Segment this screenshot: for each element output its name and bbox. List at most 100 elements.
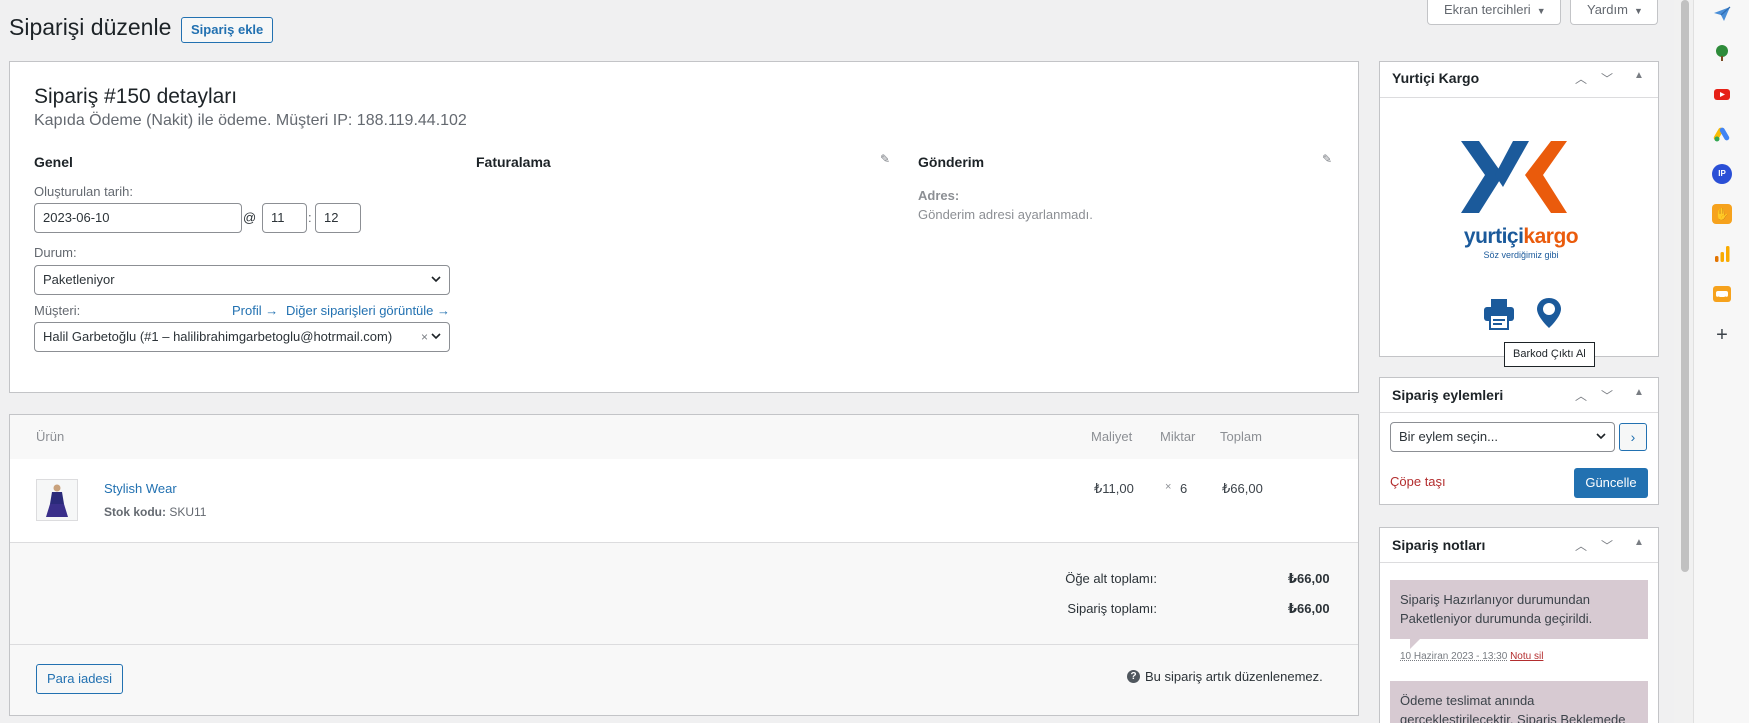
subtotal-label: Öğe alt toplamı: <box>1065 571 1157 586</box>
screen-options-label: Ekran tercihleri <box>1444 2 1531 17</box>
printer-icon[interactable] <box>1482 297 1516 331</box>
chevron-down-icon <box>431 333 441 340</box>
paper-plane-icon[interactable] <box>1712 4 1732 24</box>
move-up-icon[interactable]: ︿ <box>1575 70 1587 87</box>
screen-options-tab[interactable]: Ekran tercihleri ▼ <box>1427 0 1561 25</box>
move-up-icon[interactable]: ︿ <box>1575 387 1587 404</box>
move-down-icon[interactable]: ﹀ <box>1601 70 1613 87</box>
time-separator: : <box>308 210 312 225</box>
edit-shipping-icon[interactable]: ✎ <box>1322 152 1332 166</box>
status-select[interactable]: Paketleniyor <box>34 265 450 295</box>
status-label: Durum: <box>34 245 77 260</box>
item-cost: ₺11,00 <box>1094 481 1134 496</box>
shipping-address-label: Adres: <box>918 188 960 203</box>
move-up-icon[interactable]: ︿ <box>1575 537 1587 554</box>
item-qty: 6 <box>1180 481 1188 496</box>
move-to-trash-link[interactable]: Çöpe taşı <box>1390 474 1446 489</box>
order-minute-input[interactable]: 12 <box>315 203 361 233</box>
analytics-icon[interactable] <box>1712 244 1732 264</box>
order-hour-input[interactable]: 11 <box>262 203 307 233</box>
item-total: ₺66,00 <box>1222 481 1263 496</box>
clear-customer-icon[interactable]: × <box>421 323 428 351</box>
browser-side-rail <box>1693 0 1749 723</box>
divider <box>1380 97 1658 98</box>
order-note: Sipariş Hazırlanıyor durumundan Paketlen… <box>1390 580 1648 639</box>
move-down-icon[interactable]: ﹀ <box>1601 537 1613 554</box>
move-down-icon[interactable]: ﹀ <box>1601 387 1613 404</box>
qty-multiplier: × <box>1165 481 1172 493</box>
created-date-label: Oluşturulan tarih: <box>34 184 133 199</box>
apply-action-button[interactable]: › <box>1619 423 1647 451</box>
shipping-address-value: Gönderim adresi ayarlanmadı. <box>918 207 1093 222</box>
kargo-tagline: Söz verdiğimiz gibi <box>1483 250 1559 260</box>
location-pin-icon[interactable] <box>1535 296 1563 330</box>
barcode-tooltip: Barkod Çıktı Al <box>1504 342 1595 367</box>
collapse-icon[interactable]: ▲ <box>1634 70 1644 81</box>
subtotal-value: ₺66,00 <box>1288 571 1330 586</box>
divider <box>1380 412 1658 413</box>
caret-down-icon: ▼ <box>1633 6 1643 16</box>
product-thumbnail <box>36 479 78 521</box>
refund-button[interactable]: Para iadesi <box>36 664 124 694</box>
edit-billing-icon[interactable]: ✎ <box>880 152 890 166</box>
ip-icon[interactable]: IP <box>1712 164 1732 184</box>
youtube-icon[interactable] <box>1712 84 1732 104</box>
page-title: Siparişi düzenle <box>9 14 172 40</box>
order-notes-title: Sipariş notları <box>1392 537 1486 553</box>
note-pointer <box>1410 639 1420 649</box>
car-icon[interactable] <box>1712 284 1732 304</box>
google-ads-icon[interactable] <box>1712 124 1732 144</box>
order-note: Ödeme teslimat anında gerçekleştirilecek… <box>1390 681 1648 723</box>
order-action-select[interactable]: Bir eylem seçin... <box>1390 422 1615 452</box>
general-heading: Genel <box>34 154 73 170</box>
chevron-down-icon <box>431 276 441 283</box>
locked-note: Bu sipariş artık düzenlenemez. <box>1145 669 1323 684</box>
hand-icon[interactable]: ✋ <box>1712 204 1732 224</box>
at-sign: @ <box>243 210 257 225</box>
col-product: Ürün <box>36 429 65 444</box>
col-total: Toplam <box>1220 429 1262 444</box>
divider <box>1380 562 1658 563</box>
order-total-label: Sipariş toplamı: <box>1067 601 1157 616</box>
update-button[interactable]: Güncelle <box>1574 468 1648 498</box>
order-action-value: Bir eylem seçin... <box>1399 429 1498 444</box>
item-row-bg <box>10 459 1358 543</box>
add-order-button[interactable]: Sipariş ekle <box>181 17 274 43</box>
kargo-logo <box>1461 141 1567 213</box>
help-icon: ? <box>1127 670 1140 683</box>
help-label: Yardım <box>1587 2 1628 17</box>
add-icon[interactable]: + <box>1712 325 1732 346</box>
customer-profile-link[interactable]: Profil → <box>232 303 278 318</box>
order-date-input[interactable]: 2023-06-10 <box>34 203 242 233</box>
product-image <box>46 484 68 517</box>
delete-note-link[interactable]: Notu sil <box>1510 651 1543 662</box>
sku-value: SKU11 <box>169 505 207 519</box>
divider <box>10 644 1358 645</box>
product-sku: Stok kodu: SKU11 <box>104 505 206 519</box>
sku-label: Stok kodu: <box>104 505 166 519</box>
chevron-down-icon <box>1596 433 1606 440</box>
caret-down-icon: ▼ <box>1536 6 1546 16</box>
shipping-heading: Gönderim <box>918 154 985 170</box>
order-subtitle: Kapıda Ödeme (Nakit) ile ödeme. Müşteri … <box>34 112 467 129</box>
help-tab[interactable]: Yardım ▼ <box>1570 0 1658 25</box>
collapse-icon[interactable]: ▲ <box>1634 387 1644 398</box>
note-meta: 10 Haziran 2023 - 13:30 Notu sil <box>1400 651 1543 662</box>
order-actions-title: Sipariş eylemleri <box>1392 387 1504 403</box>
col-qty: Miktar <box>1160 429 1196 444</box>
status-value: Paketleniyor <box>43 272 115 287</box>
other-orders-link[interactable]: Diğer siparişleri görüntüle → <box>286 303 450 318</box>
kargo-logo-text: yurtiçikargo <box>1463 225 1579 248</box>
customer-label: Müşteri: <box>34 303 81 318</box>
scrollbar-thumb[interactable] <box>1681 0 1689 572</box>
tree-icon[interactable] <box>1712 43 1732 63</box>
order-total-value: ₺66,00 <box>1288 601 1330 616</box>
customer-select[interactable]: Halil Garbetoğlu (#1 – halilibrahimgarbe… <box>34 322 450 352</box>
collapse-icon[interactable]: ▲ <box>1634 537 1644 548</box>
order-heading: Sipariş #150 detayları <box>34 85 238 108</box>
billing-heading: Faturalama <box>476 154 551 170</box>
note-date: 10 Haziran 2023 - 13:30 <box>1400 651 1508 662</box>
product-link[interactable]: Stylish Wear <box>104 481 177 496</box>
kargo-box-title: Yurtiçi Kargo <box>1392 70 1480 86</box>
col-cost: Maliyet <box>1091 429 1133 444</box>
